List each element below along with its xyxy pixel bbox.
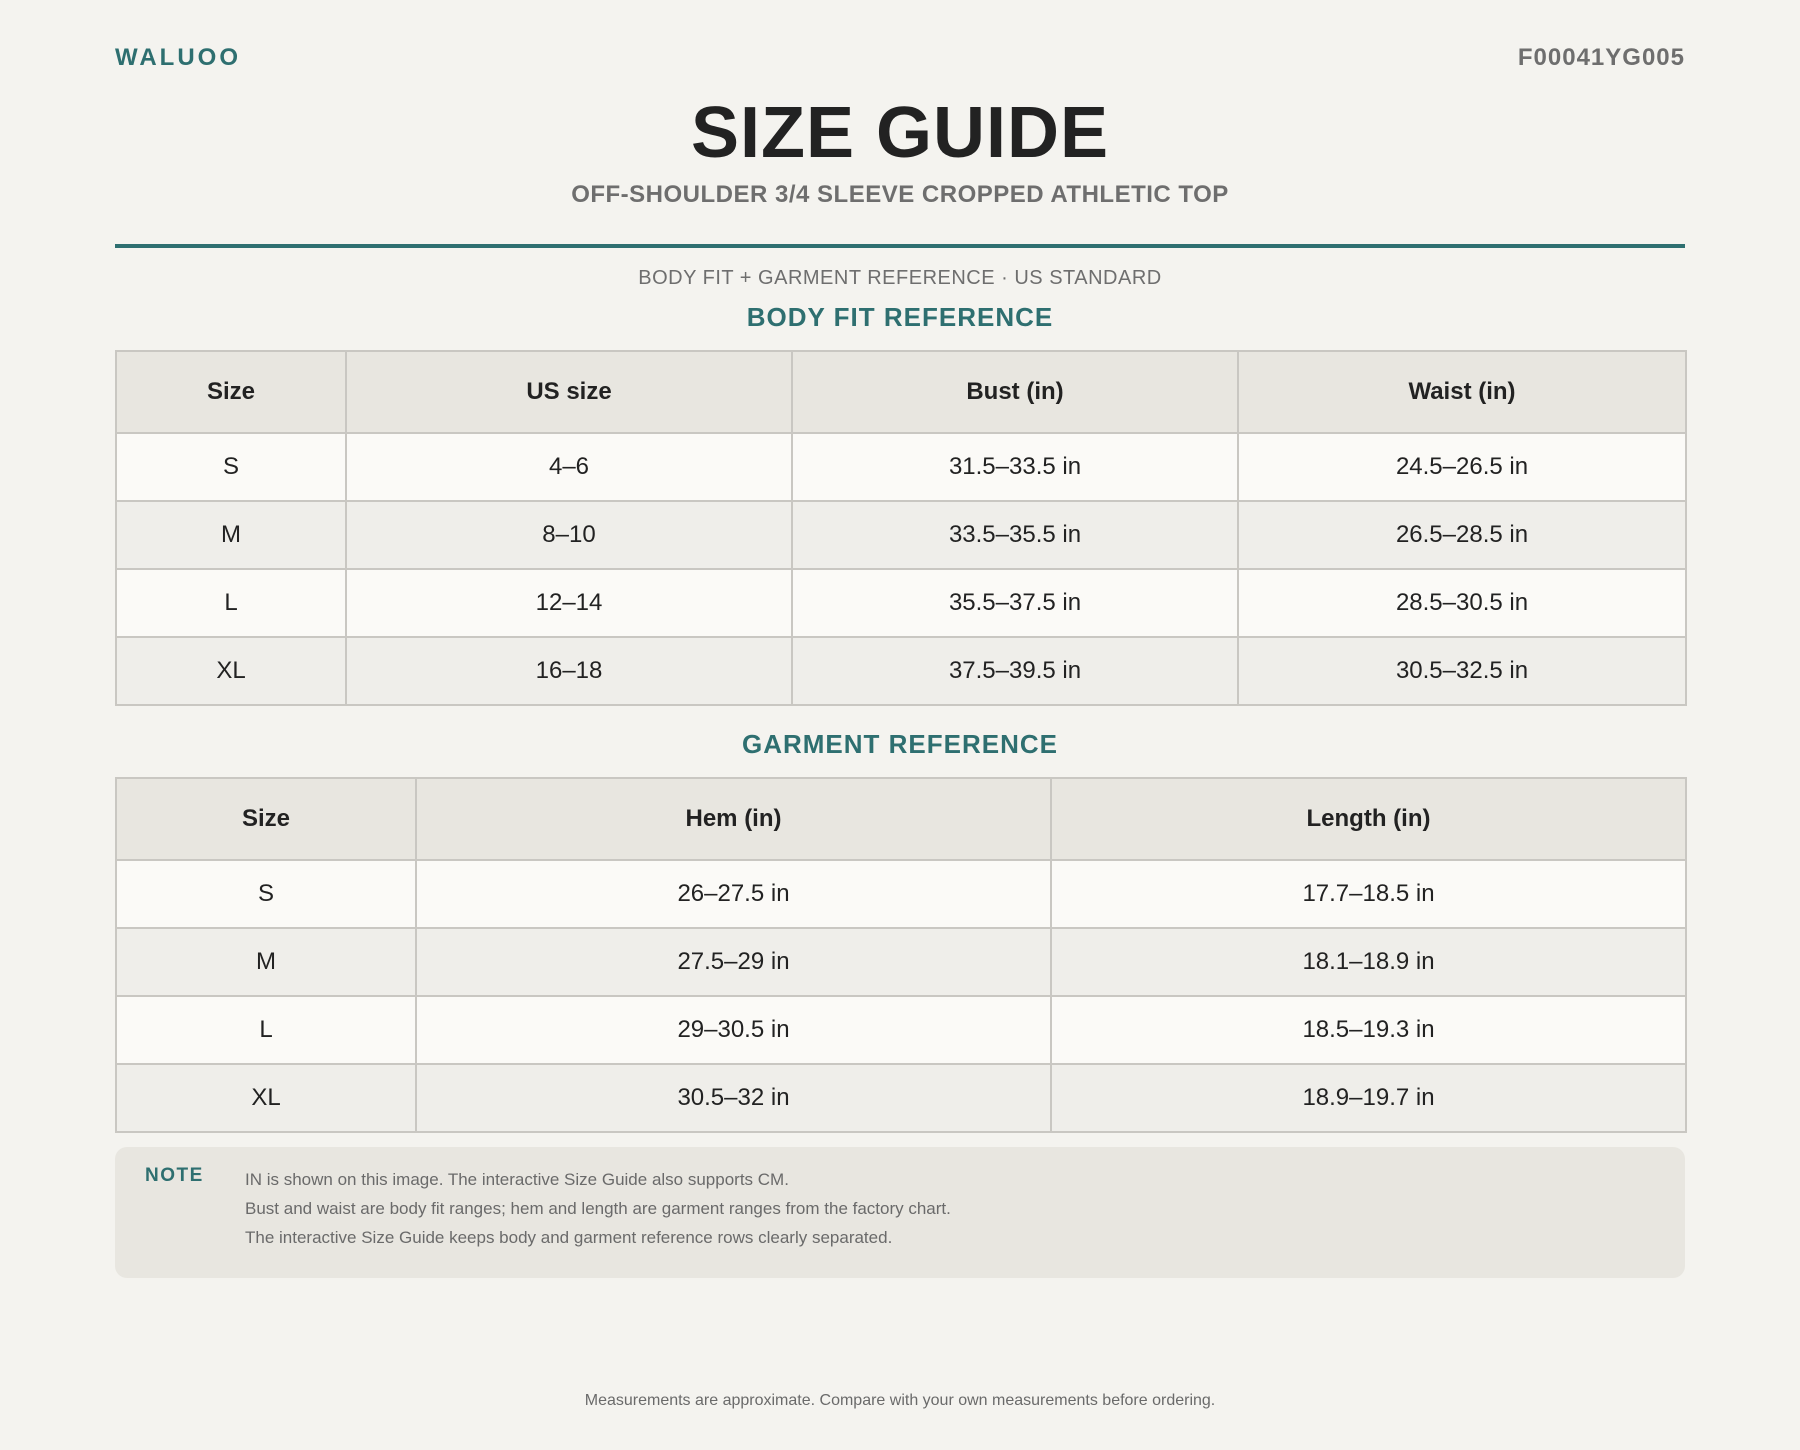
table-cell: 29–30.5 in <box>415 995 1052 1065</box>
garment-table: Size Hem (in) Length (in) S 26–27.5 in 1… <box>115 777 1687 1133</box>
table-cell: 27.5–29 in <box>415 927 1052 997</box>
note-box: NOTE IN is shown on this image. The inte… <box>115 1147 1685 1278</box>
table-row: M 8–10 33.5–35.5 in 26.5–28.5 in <box>115 500 1687 570</box>
table-cell: 30.5–32 in <box>415 1063 1052 1133</box>
table-cell: 28.5–30.5 in <box>1237 568 1687 638</box>
column-header-hem: Hem (in) <box>415 777 1052 861</box>
note-lines: IN is shown on this image. The interacti… <box>245 1165 951 1252</box>
body-fit-title: BODY FIT REFERENCE <box>746 302 1054 332</box>
footer-disclaimer: Measurements are approximate. Compare wi… <box>584 1392 1216 1409</box>
brand-logo: WALUOO <box>115 44 241 71</box>
table-header-row: Size US size Bust (in) Waist (in) <box>115 350 1687 434</box>
column-header-waist: Waist (in) <box>1237 350 1687 434</box>
header-divider <box>115 244 1685 248</box>
note-line: Bust and waist are body fit ranges; hem … <box>245 1199 951 1218</box>
table-row: S 4–6 31.5–33.5 in 24.5–26.5 in <box>115 432 1687 502</box>
size-guide-page: WALUOO F00041YG005 SIZE GUIDE OFF-SHOULD… <box>115 0 1687 1409</box>
table-row: L 12–14 35.5–37.5 in 28.5–30.5 in <box>115 568 1687 638</box>
product-subtitle: OFF-SHOULDER 3/4 SLEEVE CROPPED ATHLETIC… <box>571 181 1229 208</box>
table-cell: L <box>115 568 347 638</box>
table-header-row: Size Hem (in) Length (in) <box>115 777 1687 861</box>
table-cell: M <box>115 500 347 570</box>
table-cell: L <box>115 995 417 1065</box>
table-cell: 18.1–18.9 in <box>1050 927 1687 997</box>
table-cell: 33.5–35.5 in <box>791 500 1239 570</box>
table-cell: 26–27.5 in <box>415 859 1052 929</box>
note-line: IN is shown on this image. The interacti… <box>245 1170 789 1189</box>
table-cell: M <box>115 927 417 997</box>
column-header-length: Length (in) <box>1050 777 1687 861</box>
table-cell: XL <box>115 636 347 706</box>
table-cell: S <box>115 432 347 502</box>
table-cell: XL <box>115 1063 417 1133</box>
table-cell: 4–6 <box>345 432 793 502</box>
note-line: The interactive Size Guide keeps body an… <box>245 1228 893 1247</box>
table-cell: S <box>115 859 417 929</box>
table-cell: 18.9–19.7 in <box>1050 1063 1687 1133</box>
table-cell: 35.5–37.5 in <box>791 568 1239 638</box>
table-cell: 8–10 <box>345 500 793 570</box>
table-cell: 31.5–33.5 in <box>791 432 1239 502</box>
table-cell: 26.5–28.5 in <box>1237 500 1687 570</box>
table-cell: 24.5–26.5 in <box>1237 432 1687 502</box>
garment-title: GARMENT REFERENCE <box>741 729 1058 759</box>
column-header-size: Size <box>115 777 417 861</box>
reference-caption: BODY FIT + GARMENT REFERENCE · US STANDA… <box>638 267 1162 289</box>
table-cell: 30.5–32.5 in <box>1237 636 1687 706</box>
table-cell: 17.7–18.5 in <box>1050 859 1687 929</box>
column-header-size: Size <box>115 350 347 434</box>
product-code: F00041YG005 <box>1517 44 1685 71</box>
body-fit-table: Size US size Bust (in) Waist (in) S 4–6 … <box>115 350 1687 706</box>
table-row: M 27.5–29 in 18.1–18.9 in <box>115 927 1687 997</box>
table-cell: 37.5–39.5 in <box>791 636 1239 706</box>
table-row: XL 30.5–32 in 18.9–19.7 in <box>115 1063 1687 1133</box>
table-row: XL 16–18 37.5–39.5 in 30.5–32.5 in <box>115 636 1687 706</box>
page-title: SIZE GUIDE <box>690 93 1110 173</box>
table-cell: 18.5–19.3 in <box>1050 995 1687 1065</box>
table-cell: 16–18 <box>345 636 793 706</box>
note-label: NOTE <box>145 1165 204 1186</box>
table-row: L 29–30.5 in 18.5–19.3 in <box>115 995 1687 1065</box>
column-header-bust: Bust (in) <box>791 350 1239 434</box>
table-row: S 26–27.5 in 17.7–18.5 in <box>115 859 1687 929</box>
table-cell: 12–14 <box>345 568 793 638</box>
column-header-us-size: US size <box>345 350 793 434</box>
